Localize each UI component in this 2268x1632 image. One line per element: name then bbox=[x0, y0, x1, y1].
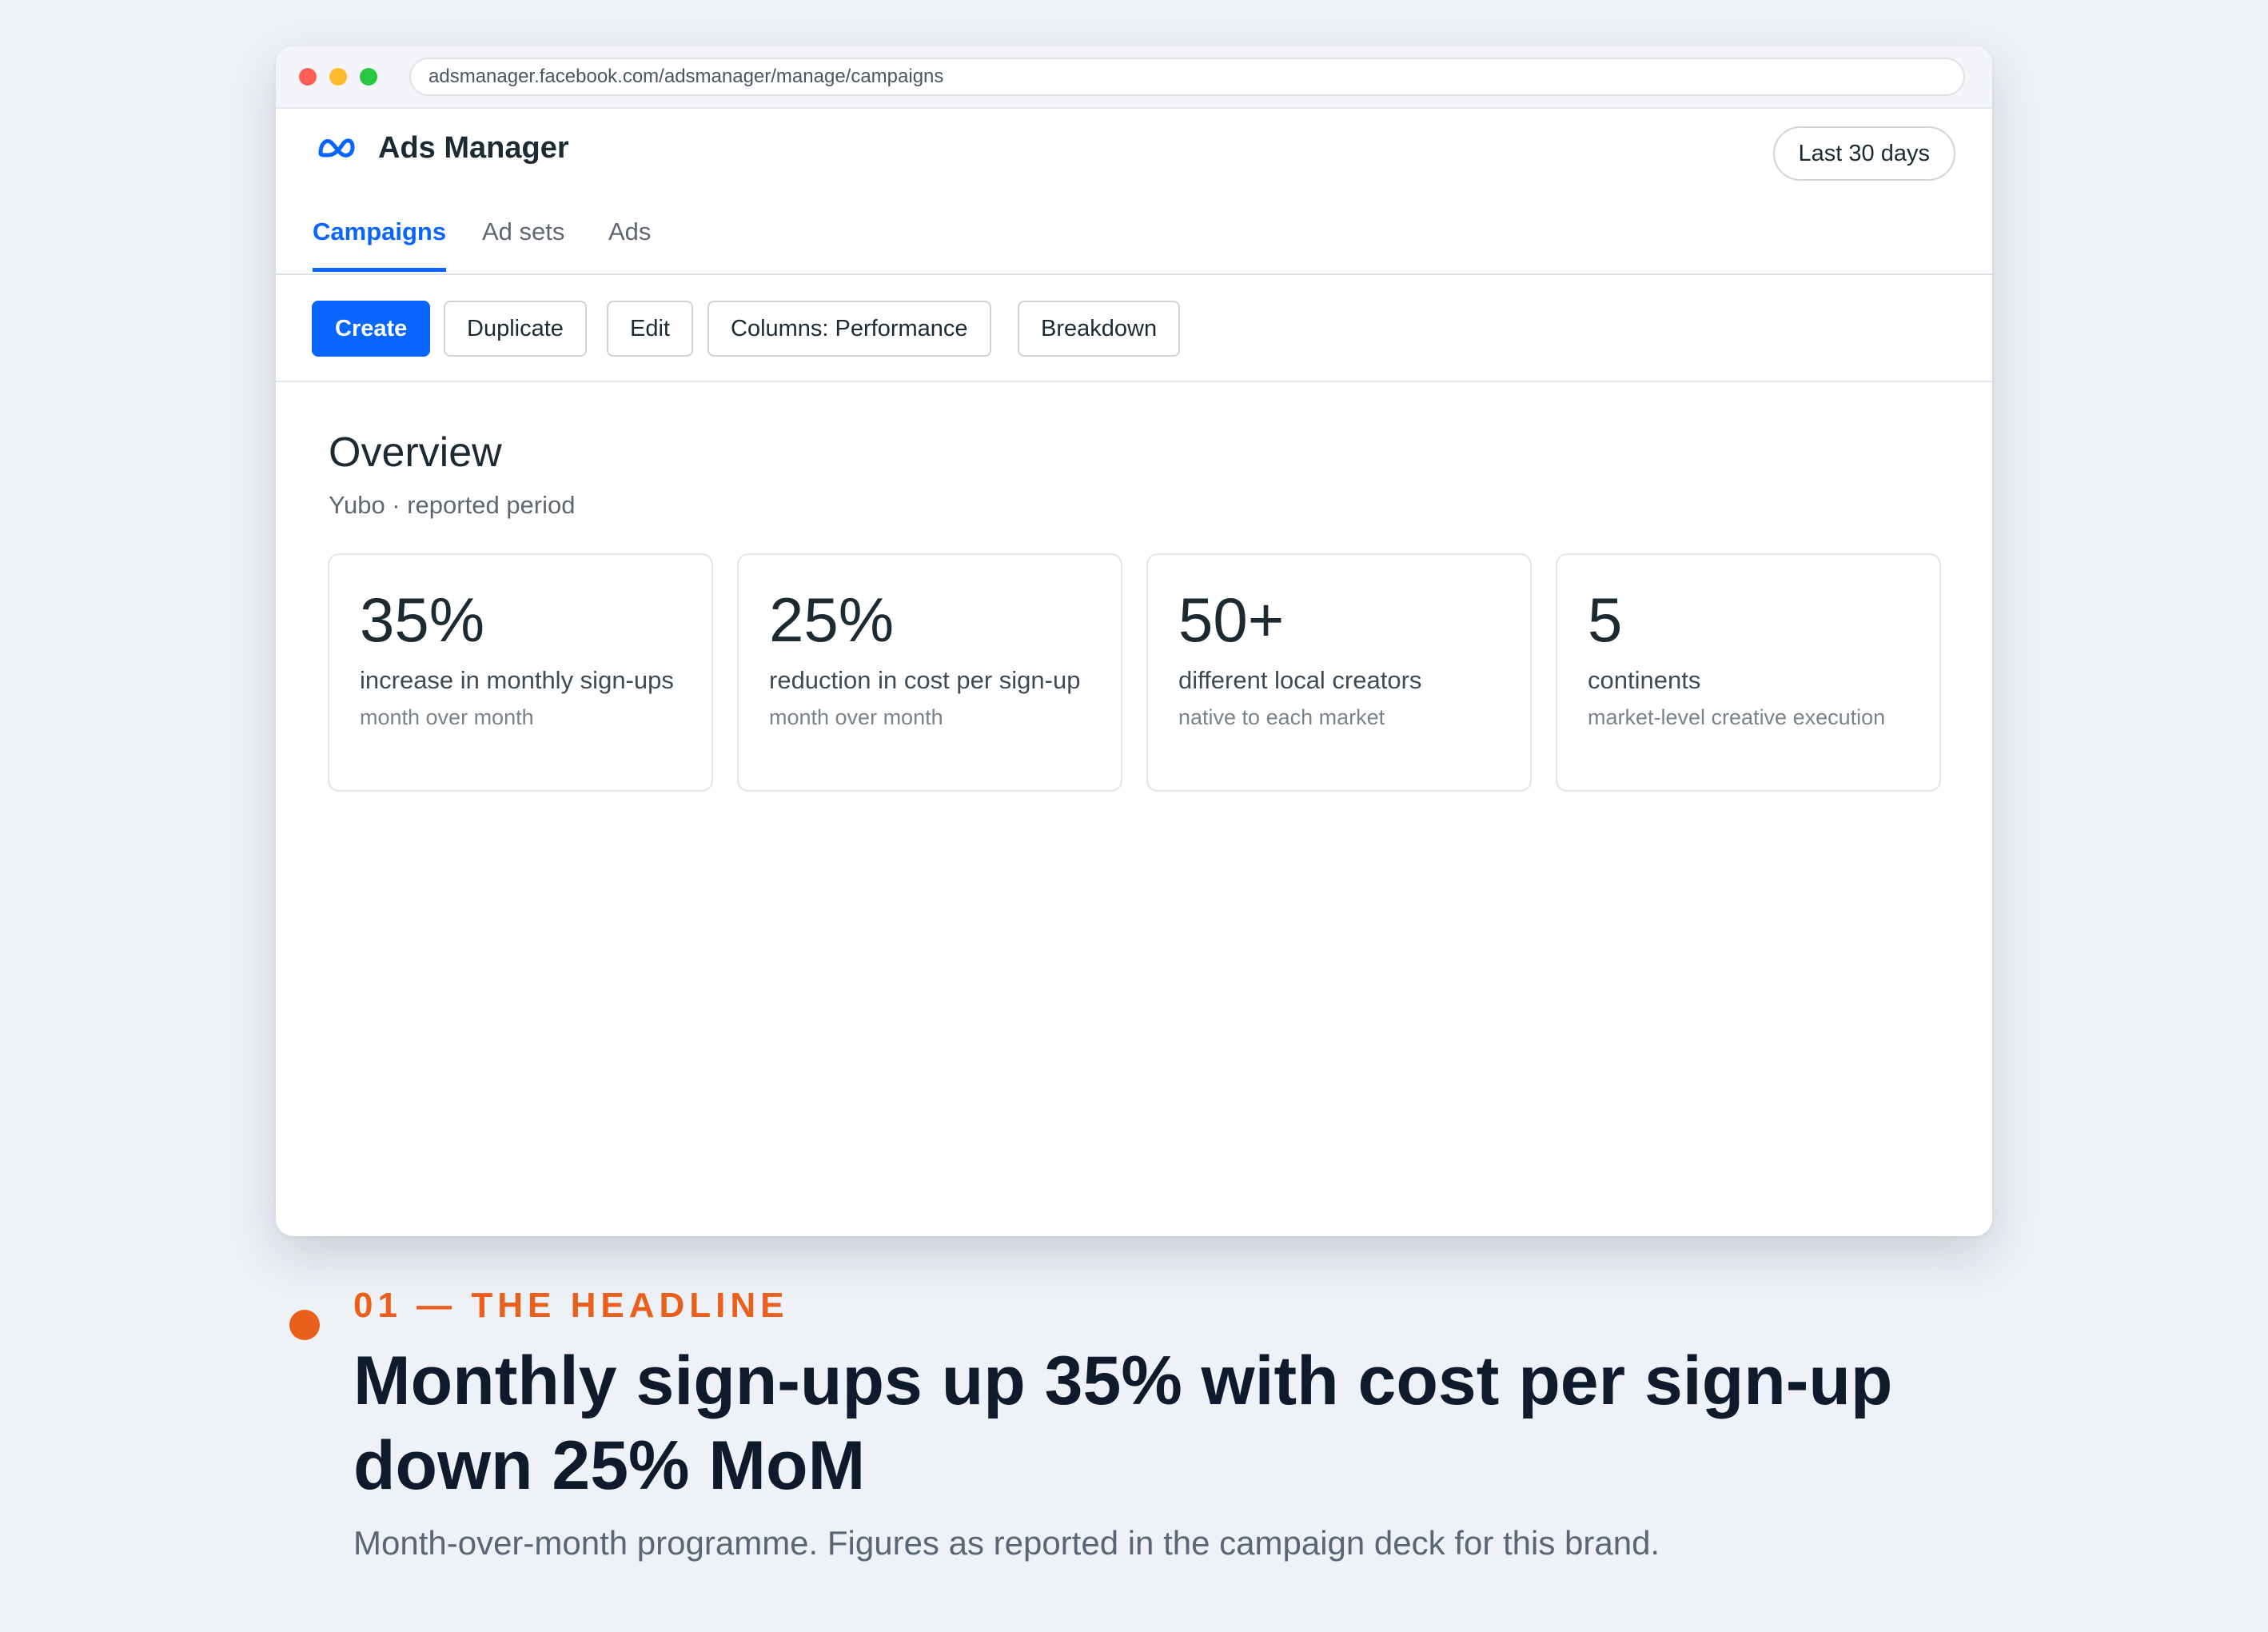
caption-description: Month-over-month programme. Figures as r… bbox=[353, 1524, 1660, 1562]
address-bar[interactable]: adsmanager.facebook.com/adsmanager/manag… bbox=[409, 58, 1965, 96]
tab-ad-sets[interactable]: Ad sets bbox=[482, 217, 564, 272]
date-range-button[interactable]: Last 30 days bbox=[1772, 126, 1955, 181]
bullet-dot-icon bbox=[289, 1310, 320, 1340]
meta-logo-icon bbox=[318, 138, 355, 158]
metric-card-creators: 50+ different local creators native to e… bbox=[1146, 553, 1532, 792]
metric-note: month over month bbox=[360, 705, 534, 729]
columns-button[interactable]: Columns: Performance bbox=[708, 301, 991, 357]
app-title: Ads Manager bbox=[378, 131, 569, 165]
edit-button[interactable]: Edit bbox=[607, 301, 693, 357]
metric-label: increase in monthly sign-ups bbox=[360, 666, 674, 694]
browser-chrome: adsmanager.facebook.com/adsmanager/manag… bbox=[276, 46, 1992, 109]
metric-label: reduction in cost per sign-up bbox=[769, 666, 1081, 694]
metric-cards: 35% increase in monthly sign-ups month o… bbox=[328, 553, 1943, 793]
metric-note: market-level creative execution bbox=[1588, 705, 1886, 729]
tab-campaigns[interactable]: Campaigns bbox=[313, 217, 447, 272]
breakdown-button[interactable]: Breakdown bbox=[1018, 301, 1181, 357]
metric-card-signups: 35% increase in monthly sign-ups month o… bbox=[328, 553, 713, 792]
create-button[interactable]: Create bbox=[312, 301, 431, 357]
toolbar: Create Duplicate Edit Columns: Performan… bbox=[276, 275, 1992, 382]
maximize-window-button[interactable] bbox=[360, 68, 377, 86]
overview-title: Overview bbox=[329, 429, 502, 476]
section-kicker: 01 — THE HEADLINE bbox=[353, 1286, 789, 1325]
metric-card-cost: 25% reduction in cost per sign-up month … bbox=[737, 553, 1122, 792]
browser-window: adsmanager.facebook.com/adsmanager/manag… bbox=[276, 46, 1992, 1236]
overview-subtitle: Yubo · reported period bbox=[329, 491, 576, 519]
metric-value: 35% bbox=[360, 585, 485, 655]
metric-label: continents bbox=[1588, 666, 1701, 694]
metric-note: native to each market bbox=[1178, 705, 1385, 729]
metric-value: 25% bbox=[769, 585, 895, 655]
close-window-button[interactable] bbox=[299, 68, 317, 86]
metric-note: month over month bbox=[769, 705, 943, 729]
minimize-window-button[interactable] bbox=[329, 68, 347, 86]
app-header: Ads Manager Last 30 days bbox=[276, 109, 1992, 189]
metric-value: 5 bbox=[1588, 585, 1623, 655]
headline: Monthly sign-ups up 35% with cost per si… bbox=[353, 1343, 1893, 1504]
metric-value: 50+ bbox=[1178, 585, 1285, 655]
tab-ads[interactable]: Ads bbox=[608, 217, 651, 272]
metric-card-continents: 5 continents market-level creative execu… bbox=[1556, 553, 1941, 792]
duplicate-button[interactable]: Duplicate bbox=[444, 301, 587, 357]
tab-bar: Campaigns Ad sets Ads bbox=[276, 189, 1992, 275]
metric-label: different local creators bbox=[1178, 666, 1422, 694]
